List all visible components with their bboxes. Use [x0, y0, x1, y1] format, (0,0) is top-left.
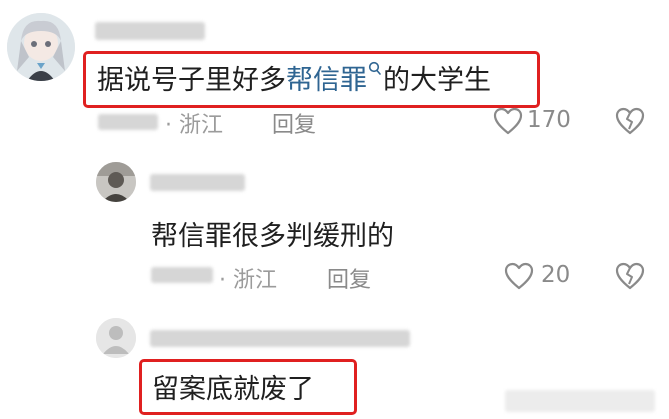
comment-2-like-count: 20	[541, 262, 571, 288]
comment-2-location: · 浙江	[219, 268, 277, 293]
default-user-avatar-icon	[96, 318, 136, 358]
comment-2-text: 帮信罪很多判缓刑的	[151, 221, 394, 252]
comment-3-text: 留案底就废了	[152, 374, 314, 405]
commenter-1-name[interactable]	[95, 22, 205, 40]
watermark	[505, 390, 655, 412]
search-icon[interactable]	[368, 61, 382, 79]
heart-outline-icon[interactable]	[503, 261, 535, 291]
comment-1-text: 据说号子里好多帮信罪 的大学生	[97, 58, 491, 97]
comment-1-text-end: 的大学生	[383, 65, 491, 96]
comment-1-location: · 浙江	[165, 113, 223, 138]
commenter-1-avatar[interactable]	[7, 13, 75, 81]
comment-1-text-start: 据说号子里好多	[97, 65, 286, 96]
commenter-3-avatar[interactable]	[96, 318, 136, 358]
comment-2-reply-button[interactable]: 回复	[327, 262, 371, 294]
heart-outline-icon[interactable]	[492, 106, 524, 136]
comment-1-keyword-link[interactable]: 帮信罪	[286, 65, 367, 96]
commenter-2-name[interactable]	[150, 174, 245, 191]
comment-1-time	[98, 114, 158, 130]
comment-1-like-count: 170	[527, 107, 571, 133]
commenter-3-name[interactable]	[150, 330, 410, 347]
anime-avatar-image	[7, 13, 75, 81]
commenter-2-avatar[interactable]	[96, 162, 136, 202]
comment-1-reply-button[interactable]: 回复	[272, 107, 316, 139]
photo-avatar-image	[96, 162, 136, 202]
broken-heart-icon[interactable]	[614, 106, 646, 136]
comment-2-time	[151, 267, 213, 283]
broken-heart-icon[interactable]	[614, 261, 646, 291]
